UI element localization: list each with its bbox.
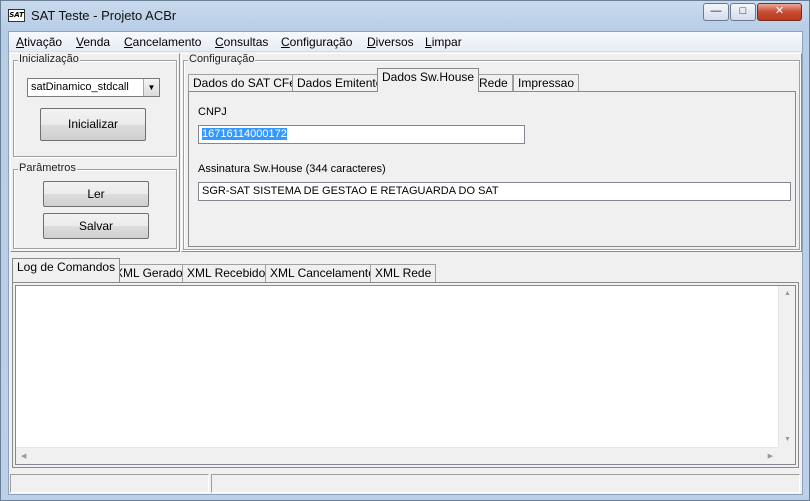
tab-dados-sat-cfe[interactable]: Dados do SAT CFe (188, 74, 301, 92)
client-area: Ativação Venda Cancelamento Consultas Co… (8, 31, 803, 495)
ler-button[interactable]: Ler (43, 181, 149, 207)
chevron-down-icon[interactable]: ▼ (143, 79, 159, 96)
status-bar (9, 472, 802, 494)
status-panel-1 (10, 474, 209, 493)
tab-xml-gerado[interactable]: XML Gerado (110, 264, 188, 282)
menu-ativacao[interactable]: Ativação (16, 35, 62, 49)
log-horizontal-scrollbar[interactable]: ◀ ▶ (16, 447, 778, 464)
status-panel-2 (211, 474, 800, 493)
configuracao-group: Configuração Dados do SAT CFe Dados Emit… (183, 53, 800, 250)
scroll-up-icon[interactable]: ▲ (784, 290, 791, 297)
tab-xml-cancelamento[interactable]: XML Cancelamento (265, 264, 380, 282)
assinatura-field[interactable]: SGR-SAT SISTEMA DE GESTAO E RETAGUARDA D… (198, 182, 791, 201)
maximize-button[interactable]: □ (730, 3, 756, 21)
scroll-left-icon[interactable]: ◀ (21, 452, 26, 460)
menu-consultas[interactable]: Consultas (215, 35, 268, 49)
inicializacao-label: Inicialização (18, 53, 80, 65)
main-window: SAT SAT Teste - Projeto ACBr — □ ✕ Ativa… (0, 0, 810, 501)
tab-dados-emitente[interactable]: Dados Emitente (292, 74, 388, 92)
menu-diversos[interactable]: Diversos (367, 35, 414, 49)
close-button[interactable]: ✕ (757, 3, 802, 21)
scroll-down-icon[interactable]: ▼ (784, 436, 791, 443)
inicializacao-group: Inicialização satDinamico_stdcall ▼ Inic… (13, 53, 177, 157)
log-vertical-scrollbar[interactable]: ▲ ▼ (778, 286, 795, 447)
sat-library-value: satDinamico_stdcall (31, 81, 129, 93)
tab-log-comandos[interactable]: Log de Comandos (12, 258, 121, 282)
parametros-group: Parâmetros Ler Salvar (13, 162, 177, 249)
tab-xml-recebido[interactable]: XML Recebido (182, 264, 271, 282)
inicializar-button[interactable]: Inicializar (40, 108, 146, 141)
tab-impressao[interactable]: Impressao (513, 74, 580, 92)
cnpj-value: 16716114000172 (202, 128, 287, 140)
tab-dados-sw-house[interactable]: Dados Sw.House (377, 68, 480, 92)
menu-venda[interactable]: Venda (76, 35, 110, 49)
menu-cancelamento[interactable]: Cancelamento (124, 35, 201, 49)
salvar-button[interactable]: Salvar (43, 213, 149, 239)
tab-rede[interactable]: Rede (474, 74, 513, 92)
sat-app-icon: SAT (8, 9, 25, 22)
close-icon: ✕ (774, 5, 785, 17)
configuracao-label: Configuração (188, 53, 256, 65)
menu-bar: Ativação Venda Cancelamento Consultas Co… (9, 32, 802, 52)
menu-limpar[interactable]: Limpar (425, 35, 462, 49)
window-title: SAT Teste - Projeto ACBr (31, 8, 177, 23)
sat-library-combo[interactable]: satDinamico_stdcall ▼ (27, 78, 160, 97)
cnpj-field[interactable]: 16716114000172 (198, 125, 525, 144)
scrollbar-corner (778, 447, 795, 464)
sw-house-tab-page: CNPJ 16716114000172 Assinatura Sw.House … (188, 91, 796, 247)
tab-xml-rede[interactable]: XML Rede (370, 264, 437, 282)
assinatura-value: SGR-SAT SISTEMA DE GESTAO E RETAGUARDA D… (202, 185, 499, 197)
configuracao-tabstrip: Dados do SAT CFe Dados Emitente Dados Sw… (188, 68, 796, 93)
cnpj-label: CNPJ (198, 106, 227, 118)
scroll-right-icon[interactable]: ▶ (768, 452, 773, 460)
maximize-icon: □ (739, 5, 747, 17)
menu-configuracao[interactable]: Configuração (281, 35, 352, 49)
log-memo[interactable]: ▲ ▼ ◀ ▶ (15, 285, 796, 465)
log-tabstrip: Log de Comandos XML Gerado XML Recebido … (12, 258, 802, 283)
minimize-icon: — (710, 5, 722, 17)
title-bar[interactable]: SAT SAT Teste - Projeto ACBr — □ ✕ (1, 1, 809, 31)
assinatura-label: Assinatura Sw.House (344 caracteres) (198, 163, 386, 175)
minimize-button[interactable]: — (703, 3, 729, 21)
parametros-label: Parâmetros (18, 162, 77, 174)
log-tab-page: ▲ ▼ ◀ ▶ (12, 282, 799, 468)
